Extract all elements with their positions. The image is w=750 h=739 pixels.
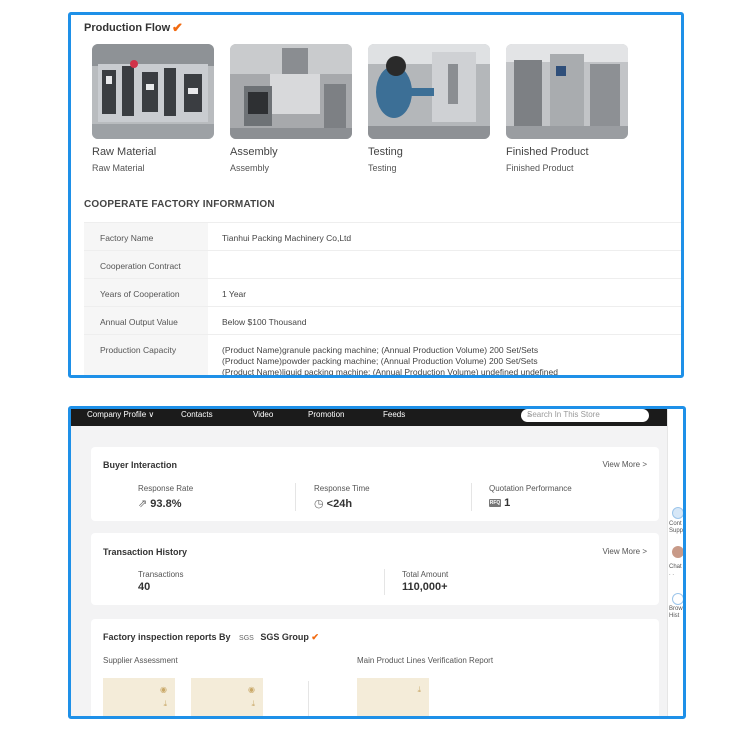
factory-inspection-title: Factory inspection reports By SGS SGS Gr… (103, 632, 319, 642)
flow-step-testing[interactable]: Testing Testing (368, 44, 490, 173)
response-time-value: ◷ <24h (314, 498, 353, 510)
flow-step-label: Raw Material (92, 146, 157, 158)
flow-step-assembly[interactable]: Assembly Assembly (230, 44, 352, 173)
flow-step-label: Testing (368, 146, 403, 158)
nav-video[interactable]: Video (253, 410, 273, 419)
browse-history-icon[interactable] (672, 593, 683, 605)
table-key: Annual Output Value (84, 307, 208, 334)
sgs-group-name: SGS Group (260, 632, 309, 642)
browse-history-label[interactable]: Brow Hist (669, 606, 683, 620)
quotation-performance-value: RFQ 1 (489, 497, 511, 509)
nav-promotion[interactable]: Promotion (308, 410, 344, 419)
table-value: Tianhui Packing Machinery Co,Ltd (222, 233, 352, 243)
clock-icon: ◷ (314, 498, 324, 510)
avatar[interactable] (672, 546, 683, 558)
raw-material-photo[interactable] (92, 44, 214, 139)
cooperate-factory-table: Factory Name Tianhui Packing Machinery C… (84, 222, 681, 377)
total-amount-label: Total Amount (402, 570, 449, 579)
flow-step-label: Assembly (230, 146, 278, 158)
production-panel: Production Flow ✔ Raw Material Raw Mater… (68, 12, 684, 378)
table-value: Below $100 Thousand (222, 317, 307, 327)
production-flow-title: Production Flow (84, 22, 171, 34)
flow-step-sublabel: Raw Material (92, 163, 145, 173)
factory-inspection-card: Factory inspection reports By SGS SGS Gr… (91, 619, 659, 716)
flow-step-finished-product[interactable]: Finished Product Finished Product (506, 44, 628, 173)
flow-step-label: Finished Product (506, 146, 589, 158)
assembly-photo[interactable] (230, 44, 352, 139)
table-row: Cooperation Contract (84, 251, 681, 279)
share-arrow-icon: ⇗ (138, 498, 148, 510)
assessment-report-thumbnail[interactable]: ◉ ⤓ (103, 678, 175, 716)
total-amount-value: 110,000+ (402, 581, 448, 593)
buyer-interaction-title: Buyer Interaction (103, 460, 178, 470)
company-panel: Company Profile ∨ Contacts Video Promoti… (68, 406, 686, 719)
eye-icon[interactable]: ◉ (160, 685, 167, 694)
verified-checkmark-icon: ✔ (311, 632, 319, 642)
table-row: Annual Output Value Below $100 Thousand (84, 307, 681, 335)
rfq-icon: RFQ (489, 499, 501, 508)
response-rate-value: ⇗ 93.8% (138, 498, 182, 510)
divider (308, 681, 309, 716)
divider (295, 483, 296, 511)
contact-supplier-label[interactable]: Cont Supp (669, 521, 683, 535)
response-rate-label: Response Rate (138, 484, 194, 493)
table-value: 1 Year (222, 289, 247, 299)
store-search-input[interactable]: Search In This Store ⌕ (521, 409, 649, 422)
divider (384, 569, 385, 595)
flow-step-sublabel: Testing (368, 163, 397, 173)
response-time-label: Response Time (314, 484, 370, 493)
assessment-report-thumbnail[interactable]: ◉ ⤓ (191, 678, 263, 716)
table-key: Years of Cooperation (84, 279, 208, 306)
capacity-line: (Product Name)liquid packing machine; (A… (222, 367, 558, 377)
table-key: Production Capacity (84, 335, 208, 375)
store-nav-bar: Company Profile ∨ Contacts Video Promoti… (71, 409, 667, 426)
verification-report-thumbnail[interactable]: ⤓ (357, 678, 429, 716)
flow-step-sublabel: Finished Product (506, 163, 574, 173)
transaction-history-title: Transaction History (103, 547, 188, 557)
nav-feeds[interactable]: Feeds (383, 410, 405, 419)
search-icon[interactable]: ⌕ (527, 410, 643, 420)
download-icon[interactable]: ⤓ (163, 699, 167, 709)
table-key: Cooperation Contract (84, 251, 208, 278)
transactions-value: 40 (138, 581, 151, 593)
nav-contacts[interactable]: Contacts (181, 410, 213, 419)
capacity-line: (Product Name)granule packing machine; (… (222, 345, 539, 355)
finished-product-photo[interactable] (506, 44, 628, 139)
cooperate-factory-title: COOPERATE FACTORY INFORMATION (84, 199, 275, 210)
supplier-assessment-label: Supplier Assessment (103, 656, 178, 665)
nav-company-profile[interactable]: Company Profile ∨ (87, 410, 154, 419)
buyer-interaction-view-more[interactable]: View More > (602, 460, 647, 469)
transaction-history-view-more[interactable]: View More > (602, 547, 647, 556)
quotation-performance-label: Quotation Performance (489, 484, 572, 493)
verified-checkmark-icon: ✔ (172, 20, 183, 35)
download-icon[interactable]: ⤓ (417, 685, 421, 695)
flow-step-sublabel: Assembly (230, 163, 270, 173)
chat-status: ∙ ∙ (669, 572, 675, 578)
chevron-down-icon: ∨ (146, 410, 155, 419)
floating-sidebar: Cont Supp Chat ∙ ∙ Brow Hist (667, 409, 683, 716)
contact-supplier-icon[interactable] (672, 507, 683, 519)
table-row: Production Capacity (Product Name)granul… (84, 335, 681, 377)
capacity-line: (Product Name)powder packing machine; (A… (222, 356, 538, 366)
buyer-interaction-card: Buyer Interaction View More > Response R… (91, 447, 659, 521)
transaction-history-card: Transaction History View More > Transact… (91, 533, 659, 605)
eye-icon[interactable]: ◉ (248, 685, 255, 694)
table-row: Factory Name Tianhui Packing Machinery C… (84, 223, 681, 251)
table-row: Years of Cooperation 1 Year (84, 279, 681, 307)
transactions-label: Transactions (138, 570, 184, 579)
chat-label[interactable]: Chat (669, 564, 682, 571)
testing-photo[interactable] (368, 44, 490, 139)
flow-step-raw-material[interactable]: Raw Material Raw Material (92, 44, 214, 173)
table-key: Factory Name (84, 223, 208, 250)
sgs-logo: SGS (239, 635, 254, 642)
production-capacity-value: (Product Name)granule packing machine; (… (208, 335, 681, 377)
main-product-report-label: Main Product Lines Verification Report (357, 656, 494, 665)
download-icon[interactable]: ⤓ (251, 699, 255, 709)
table-value (208, 251, 681, 278)
divider (471, 483, 472, 511)
